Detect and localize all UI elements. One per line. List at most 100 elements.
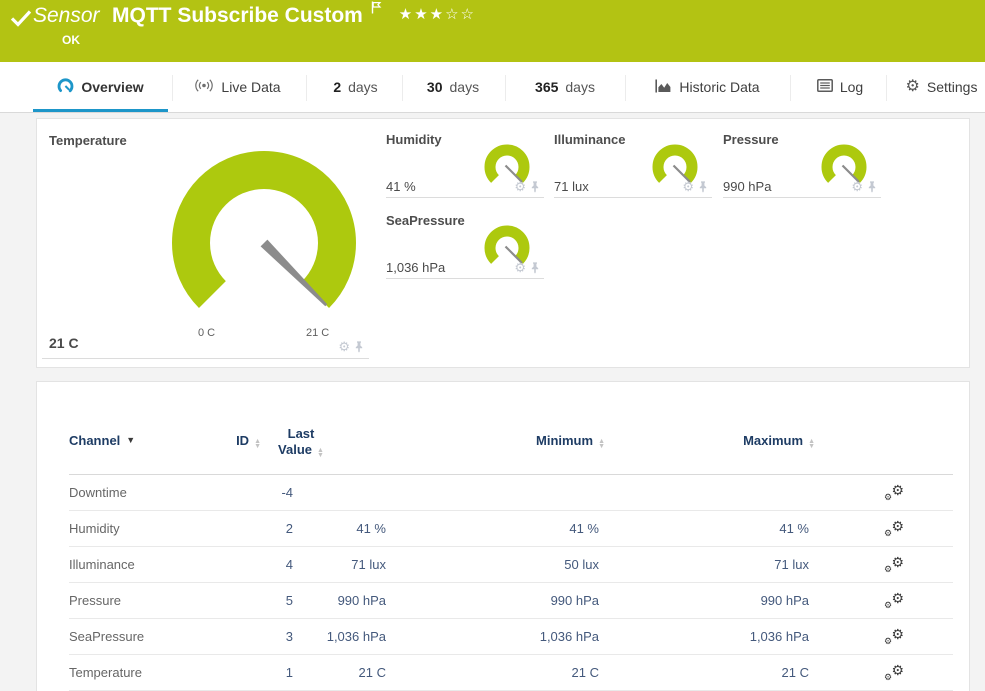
tab-bar: Overview Live Data 2 days 30 days 365 da… [0, 62, 985, 113]
channel-last-value-cell: 990 hPa [277, 583, 386, 619]
tab-divider [505, 75, 506, 101]
seapressure-gauge-block: SeaPressure 1,036 hPa ⚙ [386, 207, 544, 279]
channel-last-value-cell: 71 lux [277, 547, 386, 583]
channel-rows: Downtime -4 ⚙⚙ Humidity 2 41 % 41 % 41 %… [69, 475, 953, 691]
channel-last-value-cell: 21 C [277, 655, 386, 691]
tab-log-label: Log [840, 79, 863, 95]
log-list-icon [817, 79, 833, 95]
channel-name-cell: Downtime [69, 475, 127, 511]
tab-365-days[interactable]: 365 days [520, 62, 610, 112]
channel-minimum-cell: 21 C [457, 655, 599, 691]
channel-maximum-cell: 71 lux [667, 547, 809, 583]
pressure-gauge-block: Pressure 990 hPa ⚙ [723, 126, 881, 198]
sensor-title: Sensor MQTT Subscribe Custom ★★★☆☆ [33, 4, 476, 28]
channel-name-cell: Pressure [69, 583, 121, 619]
sensor-name: MQTT Subscribe Custom [112, 4, 363, 27]
tab-2-days[interactable]: 2 days [318, 62, 393, 112]
column-header-maximum[interactable]: Maximum ▲▼ [667, 433, 815, 449]
channel-minimum-cell: 50 lux [457, 547, 599, 583]
table-row-pressure: Pressure 5 990 hPa 990 hPa 990 hPa ⚙⚙ [69, 583, 953, 619]
channel-settings-gears-icon[interactable]: ⚙⚙ [884, 556, 904, 574]
gauge-actions: ⚙ [514, 262, 540, 274]
channel-settings-gears-icon[interactable]: ⚙⚙ [884, 592, 904, 610]
gauge-pin-icon[interactable] [698, 181, 708, 193]
channel-minimum-cell: 41 % [457, 511, 599, 547]
tab-overview-label: Overview [81, 79, 143, 95]
channel-maximum-cell: 41 % [667, 511, 809, 547]
seapressure-gauge-title: SeaPressure [386, 213, 465, 228]
channel-name-cell: Humidity [69, 511, 120, 547]
gauge-actions: ⚙ [514, 181, 540, 193]
temperature-gauge-value: 21 C [49, 335, 79, 351]
historic-data-chart-icon [655, 79, 672, 96]
column-header-last-label: Last [245, 426, 357, 442]
channel-maximum-cell [667, 475, 809, 511]
gauges-panel: Temperature 0 C 21 C 21 C ⚙ Humidity 41 … [36, 118, 970, 368]
sort-icon: ▲▼ [808, 439, 815, 449]
channel-settings-gears-icon[interactable]: ⚙⚙ [884, 520, 904, 538]
channel-settings-gears-icon[interactable]: ⚙⚙ [884, 484, 904, 502]
channel-name-cell: SeaPressure [69, 619, 144, 655]
column-header-last-value[interactable]: Last Value▲▼ [245, 426, 357, 458]
column-header-maximum-label: Maximum [743, 433, 803, 448]
gauge-settings-gear-icon[interactable]: ⚙ [514, 181, 526, 193]
overview-gauge-icon [57, 78, 74, 97]
tab-30-days[interactable]: 30 days [413, 62, 493, 112]
channel-settings-gears-icon[interactable]: ⚙⚙ [884, 628, 904, 646]
channel-last-value-cell: 1,036 hPa [277, 619, 386, 655]
column-header-channel-label: Channel [69, 433, 120, 448]
tab-2-days-unit: days [348, 79, 378, 95]
channel-name-cell: Illuminance [69, 547, 135, 583]
tab-divider [625, 75, 626, 101]
seapressure-gauge-value: 1,036 hPa [386, 260, 445, 275]
channel-maximum-cell: 1,036 hPa [667, 619, 809, 655]
gauge-settings-gear-icon[interactable]: ⚙ [338, 341, 350, 353]
live-data-broadcast-icon [194, 78, 214, 96]
gauge-actions: ⚙ [682, 181, 708, 193]
gauge-scale-max: 21 C [306, 327, 329, 339]
column-header-value-label: Value [278, 442, 312, 457]
column-header-minimum-label: Minimum [536, 433, 593, 448]
illuminance-gauge-value: 71 lux [554, 179, 589, 194]
gauge-actions: ⚙ [851, 181, 877, 193]
tab-divider [306, 75, 307, 101]
priority-flag-icon[interactable] [371, 1, 382, 19]
channel-maximum-cell: 21 C [667, 655, 809, 691]
table-row-humidity: Humidity 2 41 % 41 % 41 % ⚙⚙ [69, 511, 953, 547]
channel-minimum-cell: 990 hPa [457, 583, 599, 619]
tab-historic-data-label: Historic Data [679, 79, 759, 95]
prtg-sensor-page: Sensor MQTT Subscribe Custom ★★★☆☆ OK Ov… [0, 0, 985, 691]
channel-minimum-cell [457, 475, 599, 511]
tab-settings[interactable]: ⚙ Settings [898, 62, 985, 112]
status-ok-check-icon [10, 9, 32, 32]
gauge-pin-icon[interactable] [530, 262, 540, 274]
channel-minimum-cell: 1,036 hPa [457, 619, 599, 655]
priority-stars[interactable]: ★★★☆☆ [399, 6, 476, 23]
tab-2-days-number: 2 [333, 79, 341, 95]
gauge-pin-icon[interactable] [530, 181, 540, 193]
column-header-channel[interactable]: Channel▼ [69, 433, 135, 448]
column-header-minimum[interactable]: Minimum▲▼ [457, 433, 605, 449]
stars-empty[interactable]: ☆☆ [445, 6, 476, 23]
channel-last-value-cell: 41 % [277, 511, 386, 547]
sensor-status-banner: Sensor MQTT Subscribe Custom ★★★☆☆ OK [0, 0, 985, 62]
tab-log[interactable]: Log [805, 62, 875, 112]
gauge-settings-gear-icon[interactable]: ⚙ [514, 262, 526, 274]
channel-settings-gears-icon[interactable]: ⚙⚙ [884, 664, 904, 682]
gauge-settings-gear-icon[interactable]: ⚙ [682, 181, 694, 193]
tab-overview[interactable]: Overview [33, 62, 168, 112]
tab-30-days-number: 30 [427, 79, 443, 95]
gauge-settings-gear-icon[interactable]: ⚙ [851, 181, 863, 193]
pressure-gauge-title: Pressure [723, 132, 779, 147]
table-row-seapressure: SeaPressure 3 1,036 hPa 1,036 hPa 1,036 … [69, 619, 953, 655]
stars-filled[interactable]: ★★★ [399, 6, 445, 23]
gauge-pin-icon[interactable] [867, 181, 877, 193]
gauge-pin-icon[interactable] [354, 341, 364, 353]
channel-maximum-cell: 990 hPa [667, 583, 809, 619]
tab-live-data[interactable]: Live Data [180, 62, 295, 112]
humidity-gauge-value: 41 % [386, 179, 416, 194]
humidity-gauge-block: Humidity 41 % ⚙ [386, 126, 544, 198]
tab-365-days-unit: days [565, 79, 595, 95]
tab-historic-data[interactable]: Historic Data [640, 62, 775, 112]
tab-live-data-label: Live Data [221, 79, 280, 95]
